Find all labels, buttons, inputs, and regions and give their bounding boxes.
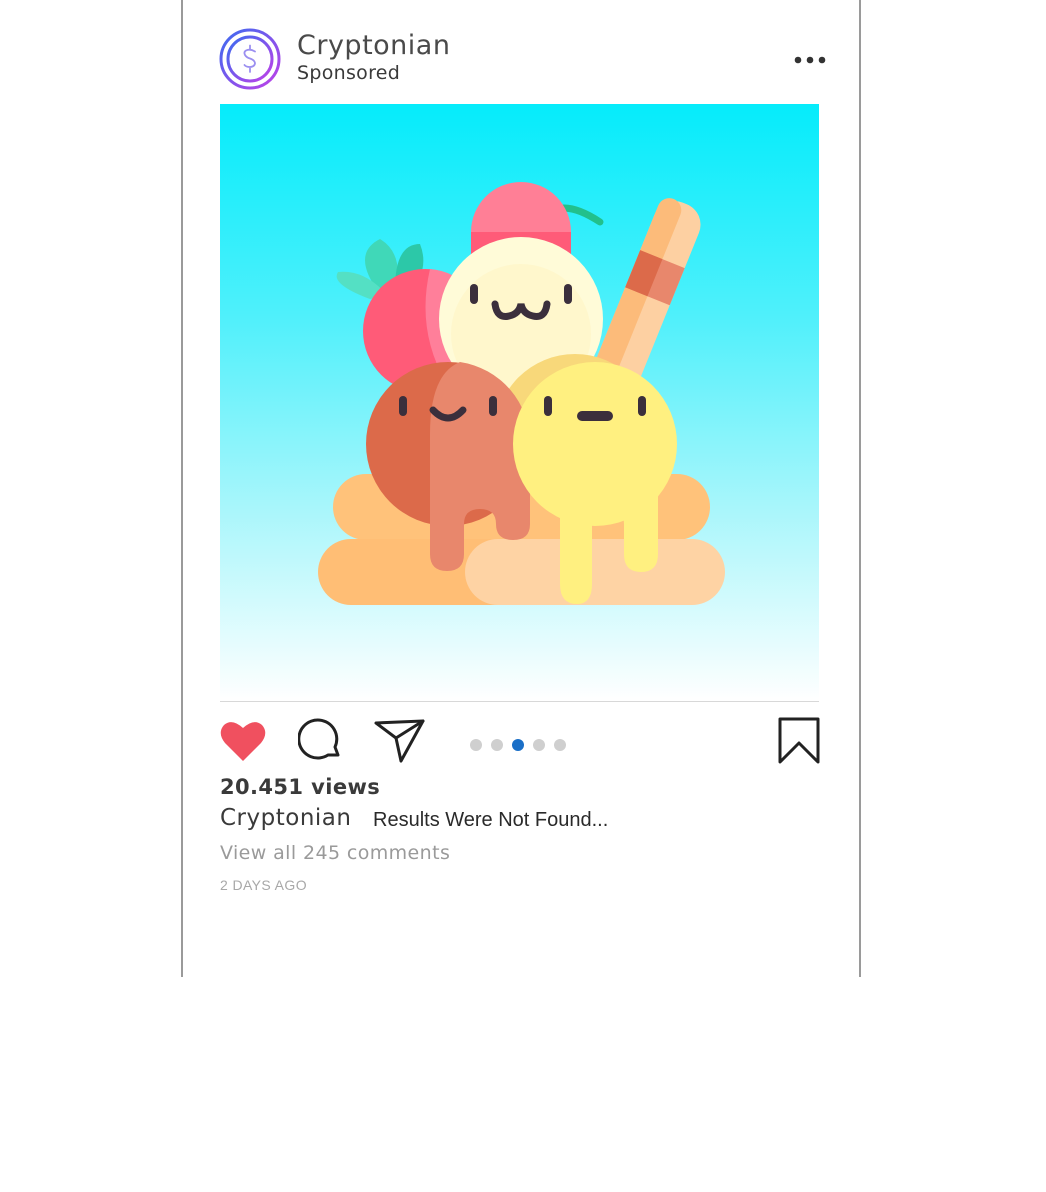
ice-cream-illustration [318,182,725,605]
carousel-dot[interactable] [470,739,482,751]
post-timestamp: 2 DAYS AGO [220,877,307,893]
views-count: 20.451 views [220,775,381,799]
comment-icon[interactable] [297,717,344,763]
carousel-dot[interactable] [491,739,503,751]
post-username[interactable]: Cryptonian [297,30,450,61]
caption-username[interactable]: Cryptonian [220,805,351,831]
carousel-dot[interactable] [554,739,566,751]
heart-icon[interactable] [219,719,267,763]
send-icon[interactable] [374,718,426,764]
post-image[interactable] [220,104,819,702]
view-comments-link[interactable]: View all 245 comments [220,842,450,864]
carousel-indicator [470,739,566,751]
sponsored-label: Sponsored [297,62,401,84]
more-options-icon[interactable] [792,50,828,70]
avatar[interactable] [219,28,281,90]
carousel-dot-active[interactable] [512,739,524,751]
caption-text: Results Were Not Found... [373,809,609,831]
carousel-dot[interactable] [533,739,545,751]
dollar-sign-icon [219,28,281,90]
bookmark-icon[interactable] [777,717,821,765]
